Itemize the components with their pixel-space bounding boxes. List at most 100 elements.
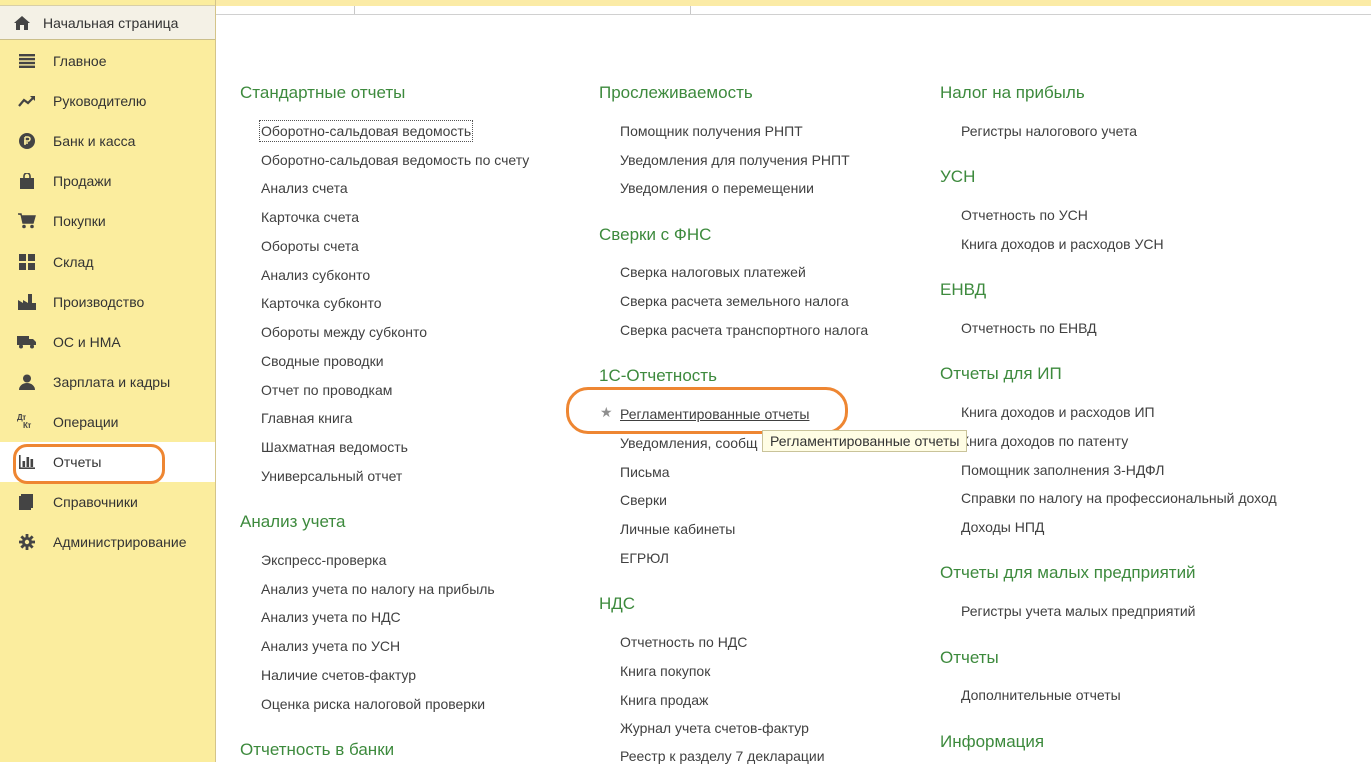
link-summary-entries[interactable]: Сводные проводки [261, 352, 384, 370]
sidebar-item-label: Главное [53, 53, 107, 69]
link-invoice-journal[interactable]: Журнал учета счетов-фактур [620, 719, 809, 737]
section-title-traceability: Прослеживаемость [599, 83, 753, 102]
sidebar-item-manager[interactable]: Руководителю [0, 81, 215, 121]
link-usn-analysis[interactable]: Анализ учета по УСН [261, 637, 400, 655]
link-notifications-messages[interactable]: Уведомления, сообщ [620, 434, 758, 452]
link-tax-audit-risk[interactable]: Оценка риска налоговой проверки [261, 695, 485, 713]
section-title-fns-reconciliation: Сверки с ФНС [599, 225, 712, 244]
link-account-card[interactable]: Карточка счета [261, 208, 359, 226]
section-title-accounting-analysis: Анализ учета [240, 512, 346, 531]
link-personal-accounts[interactable]: Личные кабинеты [620, 520, 735, 538]
debit-credit-icon: Дт Кт [17, 413, 31, 430]
link-rnpt-assistant[interactable]: Помощник получения РНПТ [620, 122, 803, 140]
gear-icon [17, 532, 37, 552]
section-title-envd: ЕНВД [940, 280, 987, 299]
sidebar: Начальная страница Главное Руководителю … [0, 0, 216, 762]
link-invoices-presence[interactable]: Наличие счетов-фактур [261, 666, 416, 684]
link-envd-reporting[interactable]: Отчетность по ЕНВД [961, 319, 1097, 337]
tooltip: Регламентированные отчеты [762, 430, 968, 452]
sidebar-item-label: Справочники [53, 494, 138, 510]
link-npd-income[interactable]: Доходы НПД [961, 518, 1044, 536]
sidebar-item-warehouse[interactable]: Склад [0, 242, 215, 282]
ruble-coin-icon [17, 131, 37, 151]
link-small-business-registers[interactable]: Регистры учета малых предприятий [961, 602, 1196, 620]
sidebar-item-label: Администрирование [53, 534, 187, 550]
link-account-analysis[interactable]: Анализ счета [261, 179, 348, 197]
link-sales-book[interactable]: Книга продаж [620, 691, 708, 709]
warehouse-grid-icon [17, 252, 37, 272]
sidebar-item-reports[interactable]: Отчеты [0, 442, 215, 482]
link-vat-analysis[interactable]: Анализ учета по НДС [261, 608, 401, 626]
link-vat-reporting[interactable]: Отчетность по НДС [620, 633, 747, 651]
shopping-cart-icon [17, 211, 37, 231]
sidebar-item-label: Производство [53, 294, 145, 310]
link-express-check[interactable]: Экспресс-проверка [261, 551, 386, 569]
link-general-ledger[interactable]: Главная книга [261, 409, 352, 427]
sidebar-item-salary[interactable]: Зарплата и кадры [0, 362, 215, 402]
link-trial-balance-by-account[interactable]: Оборотно-сальдовая ведомость по счету [261, 151, 529, 169]
link-turnover-between-subconto[interactable]: Обороты между субконто [261, 323, 427, 341]
sidebar-item-label: Операции [53, 414, 119, 430]
factory-icon [17, 292, 37, 312]
home-page-button[interactable]: Начальная страница [0, 5, 215, 40]
link-section7-registry[interactable]: Реестр к разделу 7 декларации [620, 747, 825, 765]
section-title-1c-reporting: 1С-Отчетность [599, 366, 717, 385]
home-page-label: Начальная страница [43, 14, 179, 31]
link-movement-notifications[interactable]: Уведомления о перемещении [620, 179, 814, 197]
section-title-small-business-reports: Отчеты для малых предприятий [940, 563, 1196, 582]
link-reconciliations[interactable]: Сверки [620, 491, 667, 509]
tabs-bar [216, 6, 1371, 15]
link-subconto-card[interactable]: Карточка субконто [261, 294, 382, 312]
shopping-bag-icon [17, 171, 37, 191]
section-title-reports: Отчеты [940, 648, 999, 667]
link-profit-tax-analysis[interactable]: Анализ учета по налогу на прибыль [261, 580, 495, 598]
section-title-standard-reports: Стандартные отчеты [240, 83, 406, 102]
truck-icon [17, 332, 37, 352]
section-title-usn: УСН [940, 167, 976, 186]
link-npd-certificates[interactable]: Справки по налогу на профессиональный до… [961, 489, 1277, 507]
link-letters[interactable]: Письма [620, 463, 670, 481]
sidebar-item-production[interactable]: Производство [0, 282, 215, 322]
link-egrul[interactable]: ЕГРЮЛ [620, 549, 669, 567]
menu-lines-icon [17, 51, 37, 71]
link-land-tax-reconciliation[interactable]: Сверка расчета земельного налога [620, 292, 849, 310]
sidebar-item-label: Руководителю [53, 93, 147, 109]
link-tax-registers[interactable]: Регистры налогового учета [961, 122, 1137, 140]
link-3ndfl-assistant[interactable]: Помощник заполнения 3-НДФЛ [961, 461, 1164, 479]
link-tax-payments-reconciliation[interactable]: Сверка налоговых платежей [620, 263, 806, 281]
sidebar-item-purchases[interactable]: Покупки [0, 201, 215, 241]
link-trial-balance[interactable]: Оборотно-сальдовая ведомость [258, 120, 474, 142]
books-icon [17, 492, 37, 512]
link-additional-reports[interactable]: Дополнительные отчеты [961, 686, 1121, 704]
link-transport-tax-reconciliation[interactable]: Сверка расчета транспортного налога [620, 321, 868, 339]
link-usn-reporting[interactable]: Отчетность по УСН [961, 206, 1088, 224]
link-purchase-book[interactable]: Книга покупок [620, 662, 710, 680]
home-icon [12, 13, 32, 33]
link-universal-report[interactable]: Универсальный отчет [261, 467, 402, 485]
sidebar-item-bank[interactable]: Банк и касса [0, 121, 215, 161]
link-chess-statement[interactable]: Шахматная ведомость [261, 438, 408, 456]
sidebar-item-label: Зарплата и кадры [53, 374, 171, 390]
link-entries-report[interactable]: Отчет по проводкам [261, 381, 392, 399]
sidebar-item-label: ОС и НМА [53, 334, 121, 350]
link-subconto-analysis[interactable]: Анализ субконто [261, 266, 370, 284]
person-icon [17, 372, 37, 392]
section-title-ip-reports: Отчеты для ИП [940, 364, 1062, 383]
link-usn-income-book[interactable]: Книга доходов и расходов УСН [961, 235, 1164, 253]
sidebar-item-main[interactable]: Главное [0, 41, 215, 81]
section-title-profit-tax: Налог на прибыль [940, 83, 1085, 102]
star-icon[interactable]: ★ [600, 404, 613, 421]
section-title-vat: НДС [599, 594, 636, 613]
sidebar-item-label: Банк и касса [53, 133, 136, 149]
sidebar-item-fixed-assets[interactable]: ОС и НМА [0, 322, 215, 362]
sidebar-item-directories[interactable]: Справочники [0, 482, 215, 522]
link-ip-income-book[interactable]: Книга доходов и расходов ИП [961, 403, 1155, 421]
link-regulated-reports[interactable]: Регламентированные отчеты [620, 405, 809, 423]
link-rnpt-notifications[interactable]: Уведомления для получения РНПТ [620, 151, 850, 169]
sidebar-item-administration[interactable]: Администрирование [0, 522, 215, 562]
link-patent-income-book[interactable]: Книга доходов по патенту [961, 432, 1128, 450]
sidebar-item-sales[interactable]: Продажи [0, 161, 215, 201]
section-title-bank-reporting: Отчетность в банки [240, 740, 395, 759]
sidebar-item-operations[interactable]: Дт Кт Операции [0, 402, 215, 442]
link-account-turnover[interactable]: Обороты счета [261, 237, 359, 255]
